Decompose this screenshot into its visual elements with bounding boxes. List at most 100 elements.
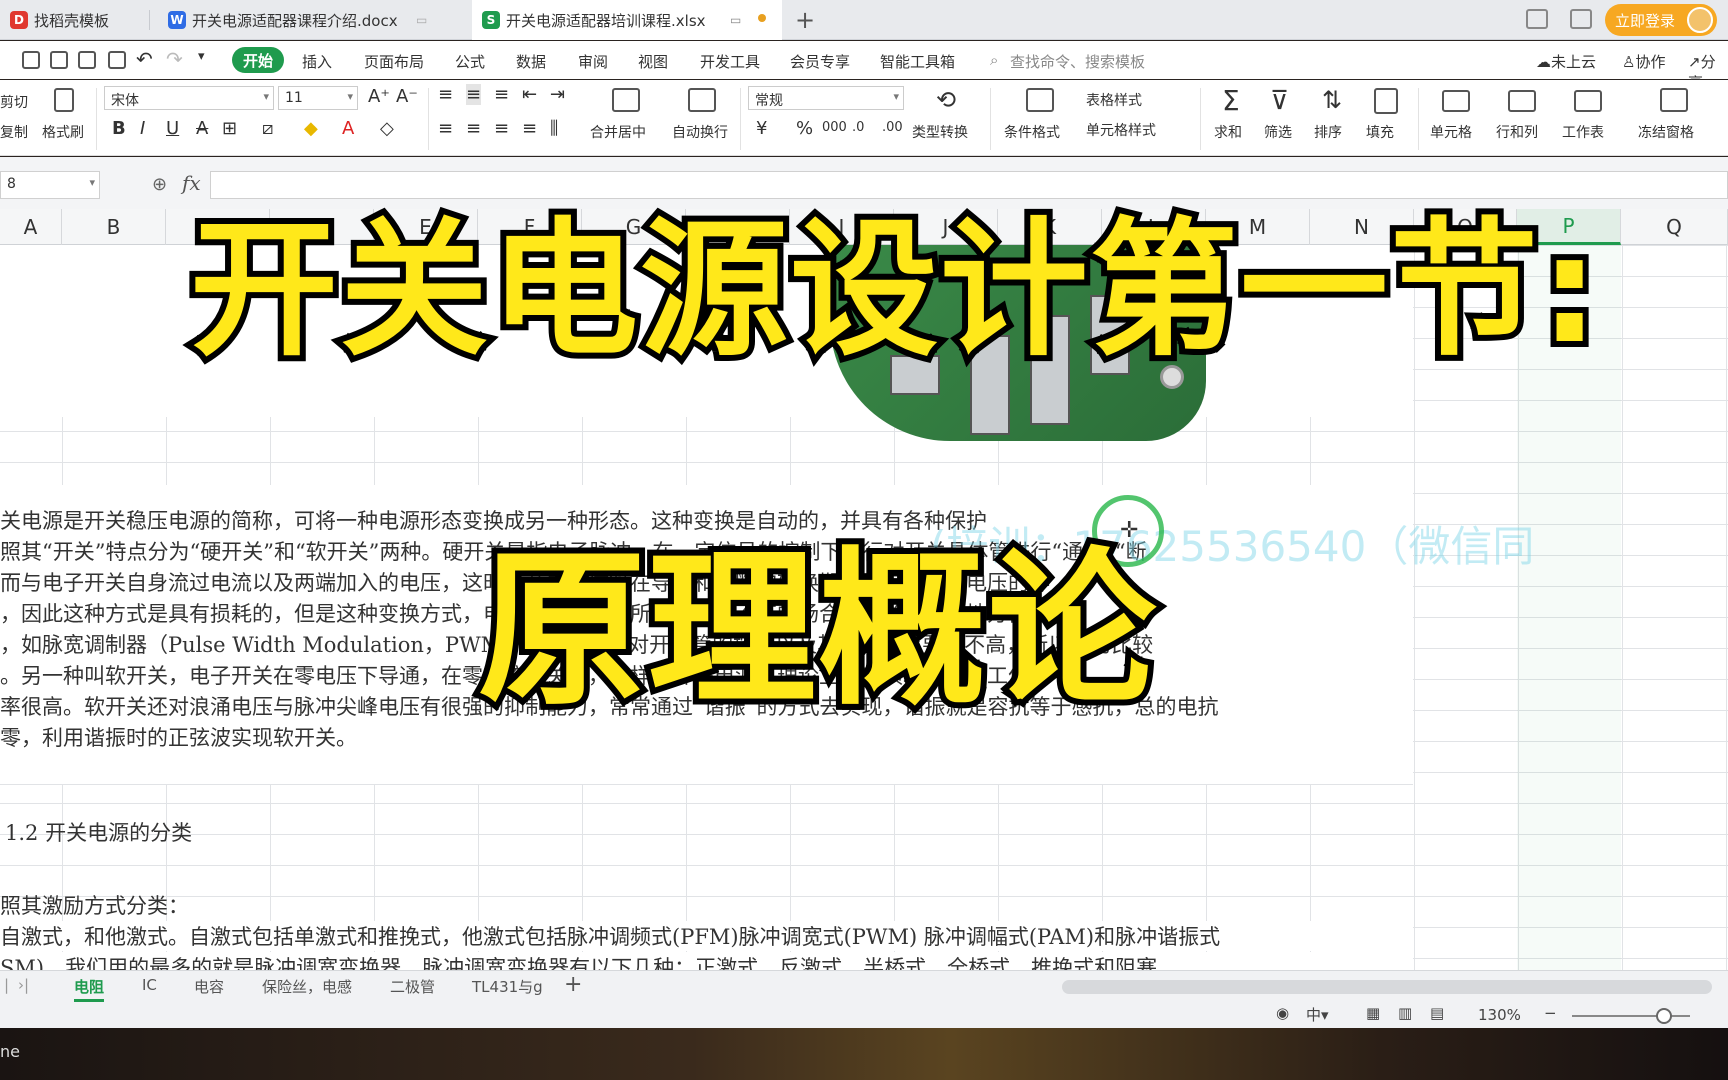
- fill-button[interactable]: 填充: [1366, 122, 1394, 142]
- zoom-formula-icon[interactable]: ⊕: [152, 174, 167, 195]
- worksheet-button[interactable]: 工作表: [1562, 122, 1604, 142]
- strikethrough-icon[interactable]: A: [196, 118, 208, 139]
- menu-bar: ↶ ↷ ▾ 开始 插入 页面布局 公式 数据 审阅 视图 开发工具 会员专享 智…: [0, 41, 1728, 92]
- tab-docx[interactable]: W 开关电源适配器课程介绍.docx ▭: [158, 0, 468, 40]
- export-icon[interactable]: [50, 51, 68, 69]
- justify-icon[interactable]: ≡: [522, 118, 537, 139]
- normal-view-icon[interactable]: ▦: [1366, 1004, 1380, 1022]
- sum-button[interactable]: 求和: [1214, 122, 1242, 142]
- menu-review[interactable]: 审阅: [578, 51, 608, 72]
- column-header-a[interactable]: A: [0, 209, 62, 245]
- underline-icon[interactable]: U: [166, 118, 179, 139]
- sheet-tab-tl431[interactable]: TL431与g: [472, 976, 543, 997]
- zoom-slider[interactable]: [1572, 1015, 1690, 1017]
- cloud-status-button[interactable]: ☁未上云: [1536, 51, 1596, 72]
- menu-insert[interactable]: 插入: [302, 51, 332, 72]
- currency-icon[interactable]: ¥: [756, 118, 767, 139]
- horizontal-scrollbar[interactable]: [1062, 980, 1712, 994]
- merge-center-button[interactable]: 合并居中: [590, 122, 646, 142]
- menu-data[interactable]: 数据: [516, 51, 546, 72]
- thousands-icon[interactable]: 000: [822, 120, 847, 135]
- formula-input[interactable]: [210, 171, 1728, 199]
- column-header-q[interactable]: Q: [1621, 209, 1728, 245]
- filter-button[interactable]: 筛选: [1264, 122, 1292, 142]
- page-break-view-icon[interactable]: ▤: [1430, 1004, 1444, 1022]
- italic-icon[interactable]: I: [140, 118, 145, 139]
- indent-increase-icon[interactable]: ⇥: [550, 84, 565, 105]
- more-quick-icon[interactable]: ▾: [198, 49, 205, 64]
- apps-grid-icon[interactable]: [1570, 9, 1592, 29]
- window-count-icon[interactable]: [1526, 9, 1548, 29]
- align-center-icon[interactable]: ≡: [466, 118, 481, 139]
- sheet-tab-ic[interactable]: IC: [142, 976, 157, 994]
- login-button[interactable]: 立即登录: [1605, 4, 1717, 36]
- cell-border-style-icon[interactable]: ⧄: [262, 118, 273, 139]
- menu-developer[interactable]: 开发工具: [700, 51, 760, 72]
- freeze-panes-button[interactable]: 冻结窗格: [1638, 122, 1694, 142]
- input-method-icon[interactable]: 中▾: [1306, 1004, 1329, 1025]
- eye-protection-icon[interactable]: ◉: [1276, 1004, 1289, 1022]
- indent-decrease-icon[interactable]: ⇤: [522, 84, 537, 105]
- font-color-icon[interactable]: A: [342, 118, 354, 139]
- add-sheet-icon[interactable]: +: [564, 972, 582, 997]
- cut-button[interactable]: 剪切: [0, 92, 28, 112]
- align-bottom-icon[interactable]: ≡: [494, 84, 509, 105]
- new-tab-plus-icon[interactable]: +: [795, 6, 815, 34]
- type-convert-button[interactable]: 类型转换: [912, 122, 968, 142]
- sheet-nav-prev-icon[interactable]: |: [4, 976, 9, 994]
- sheet-tab-diode[interactable]: 二极管: [390, 976, 435, 997]
- clear-format-icon[interactable]: ◇: [380, 118, 394, 139]
- sheet-tab-capacitor[interactable]: 电容: [194, 976, 224, 997]
- tab-xlsx-active[interactable]: S 开关电源适配器培训课程.xlsx ▭: [472, 0, 782, 40]
- number-format-select[interactable]: 常规: [748, 86, 904, 110]
- format-painter-button[interactable]: 格式刷: [42, 122, 84, 142]
- increase-font-icon[interactable]: A⁺: [368, 86, 390, 107]
- zoom-level[interactable]: 130%: [1478, 1006, 1521, 1024]
- align-right-icon[interactable]: ≡: [494, 118, 509, 139]
- menu-view[interactable]: 视图: [638, 51, 668, 72]
- save-icon[interactable]: [22, 51, 40, 69]
- row-col-button[interactable]: 行和列: [1496, 122, 1538, 142]
- decrease-font-icon[interactable]: A⁻: [396, 86, 418, 107]
- copy-button[interactable]: 复制: [0, 122, 28, 142]
- decimal-increase-icon[interactable]: .0: [852, 120, 864, 135]
- sheet-tab-fuse-inductor[interactable]: 保险丝，电感: [262, 976, 352, 997]
- conditional-format-button[interactable]: 条件格式: [1004, 122, 1060, 142]
- zoom-out-icon[interactable]: −: [1544, 1004, 1557, 1022]
- print-preview-icon[interactable]: [108, 51, 126, 69]
- tab-docer[interactable]: D 找稻壳模板: [0, 0, 150, 40]
- menu-page-layout[interactable]: 页面布局: [364, 51, 424, 72]
- page-layout-view-icon[interactable]: ▥: [1398, 1004, 1412, 1022]
- decimal-decrease-icon[interactable]: .00: [882, 120, 903, 135]
- font-size-select[interactable]: 11: [278, 86, 358, 110]
- font-family-select[interactable]: 宋体: [104, 86, 274, 110]
- undo-icon[interactable]: ↶: [136, 47, 153, 71]
- table-style-button[interactable]: 表格样式: [1086, 90, 1142, 110]
- menu-formula[interactable]: 公式: [455, 51, 485, 72]
- align-middle-icon[interactable]: ≡: [466, 84, 482, 105]
- align-top-icon[interactable]: ≡: [438, 84, 453, 105]
- menu-smart-toolbox[interactable]: 智能工具箱: [880, 51, 955, 72]
- align-left-icon[interactable]: ≡: [438, 118, 453, 139]
- zoom-slider-knob[interactable]: [1656, 1008, 1672, 1024]
- menu-member[interactable]: 会员专享: [790, 51, 850, 72]
- distributed-icon[interactable]: ⫼: [550, 118, 558, 139]
- command-search-input[interactable]: 查找命令、搜索模板: [1010, 51, 1145, 72]
- bold-icon[interactable]: B: [112, 118, 126, 139]
- percent-icon[interactable]: %: [796, 118, 813, 139]
- name-box[interactable]: 8: [0, 171, 100, 199]
- redo-icon[interactable]: ↷: [166, 47, 183, 71]
- collaborate-button[interactable]: ♙协作: [1622, 51, 1665, 72]
- fill-color-icon[interactable]: ◆: [304, 118, 318, 139]
- menu-start[interactable]: 开始: [232, 47, 284, 73]
- cell-style-button[interactable]: 单元格样式: [1086, 120, 1156, 140]
- sheet-nav-next-icon[interactable]: ›|: [18, 976, 29, 994]
- sheet-tab-resistor[interactable]: 电阻: [74, 976, 105, 1002]
- wrap-text-button[interactable]: 自动换行: [672, 122, 728, 142]
- print-icon[interactable]: [78, 51, 96, 69]
- sort-button[interactable]: 排序: [1314, 122, 1342, 142]
- cell-button[interactable]: 单元格: [1430, 122, 1472, 142]
- fx-icon[interactable]: fx: [182, 171, 201, 195]
- border-icon[interactable]: ⊞: [222, 118, 237, 139]
- column-header-b[interactable]: B: [62, 209, 166, 245]
